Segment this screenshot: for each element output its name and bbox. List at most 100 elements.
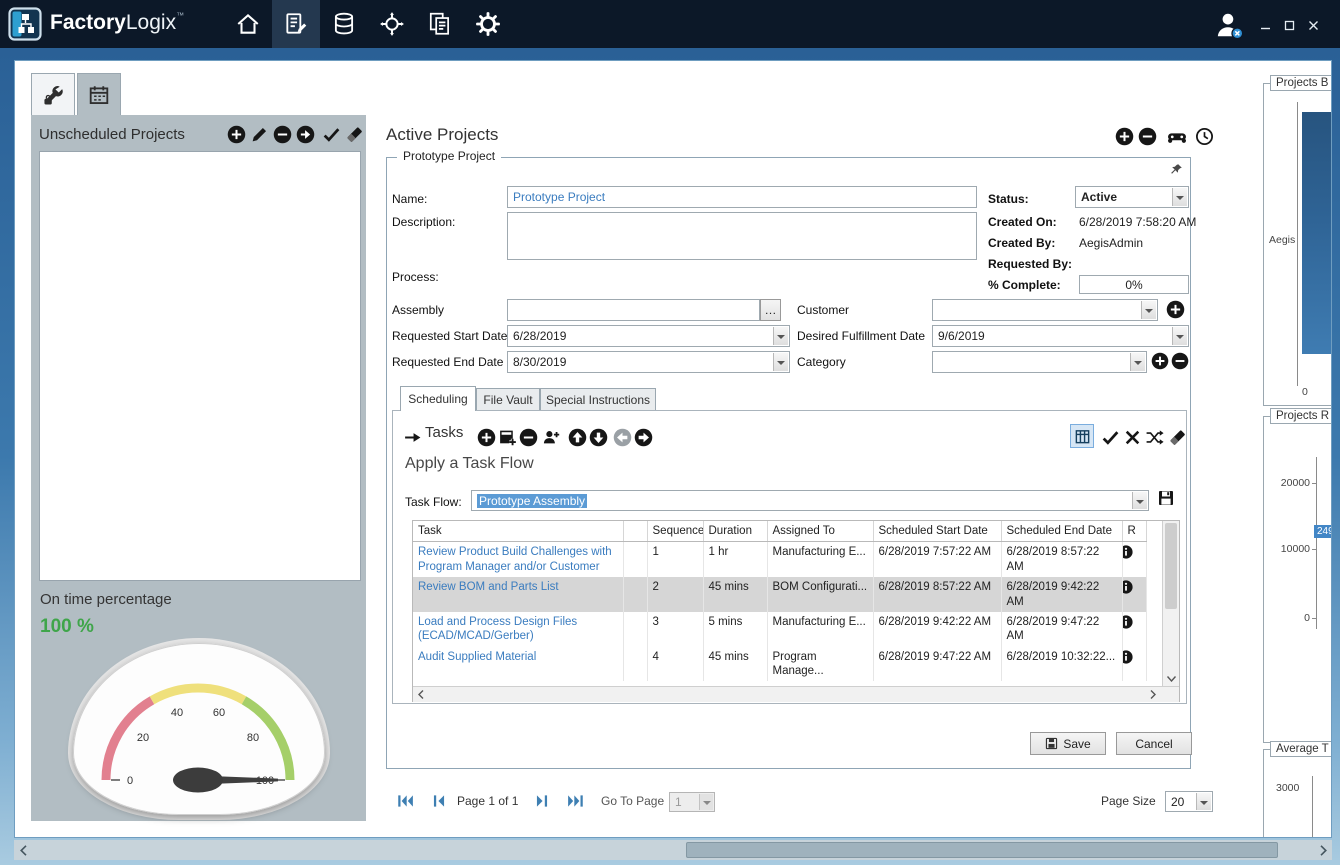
assign-person-icon[interactable] (542, 428, 561, 447)
prev-page-icon[interactable] (430, 792, 448, 810)
nav-tracking[interactable] (368, 0, 416, 48)
history-icon[interactable] (1195, 127, 1214, 146)
goto-page-input[interactable]: 1 (669, 792, 715, 812)
table-horizontal-scrollbar[interactable] (413, 686, 1179, 702)
chevron-down-icon[interactable] (1132, 492, 1147, 509)
info-icon[interactable] (1123, 580, 1146, 594)
move-down-icon[interactable] (589, 428, 608, 447)
unscheduled-list[interactable] (39, 151, 361, 581)
info-icon[interactable] (1123, 650, 1146, 664)
fulfillment-select[interactable]: 9/6/2019 (932, 325, 1189, 347)
chevron-down-icon[interactable] (773, 353, 788, 371)
scroll-left-button[interactable] (14, 840, 32, 860)
col-task[interactable]: Task (413, 521, 623, 542)
col-blank[interactable] (623, 521, 647, 542)
nav-planning[interactable] (272, 0, 320, 48)
pin-icon[interactable] (1168, 162, 1184, 178)
accept-icon[interactable] (1101, 428, 1120, 447)
page-size-select[interactable]: 20 (1165, 791, 1213, 812)
eraser-icon[interactable] (345, 125, 364, 144)
requested-end-select[interactable]: 8/30/2019 (507, 351, 790, 373)
tab-file-vault[interactable]: File Vault (476, 388, 540, 411)
created-on-value: 6/28/2019 7:58:20 AM (1079, 215, 1196, 229)
info-icon[interactable] (1123, 545, 1146, 559)
col-sequence[interactable]: Sequence (647, 521, 703, 542)
status-select[interactable]: Active (1075, 186, 1189, 208)
task-row[interactable]: Review BOM and Parts List 2 45 mins BOM … (413, 577, 1146, 612)
assigned-cell: Manufacturing E... (767, 542, 873, 577)
nav-reports[interactable] (416, 0, 464, 48)
customer-select[interactable] (932, 299, 1158, 321)
requested-start-select[interactable]: 6/28/2019 (507, 325, 790, 347)
col-scheduled-start[interactable]: Scheduled Start Date (873, 521, 1001, 542)
add-template-icon[interactable] (498, 428, 517, 447)
nav-home[interactable] (224, 0, 272, 48)
chevron-down-icon[interactable] (773, 327, 788, 345)
chevron-down-icon[interactable] (1172, 188, 1187, 206)
description-input[interactable] (507, 212, 977, 260)
add-icon[interactable] (1115, 127, 1134, 146)
col-scheduled-end[interactable]: Scheduled End Date (1001, 521, 1122, 542)
next-page-icon[interactable] (533, 792, 551, 810)
task-row[interactable]: Load and Process Design Files (ECAD/MCAD… (413, 612, 1146, 647)
scroll-left-button[interactable] (413, 687, 429, 702)
tab-tools[interactable] (31, 73, 75, 116)
confirm-icon[interactable] (322, 125, 341, 144)
name-input[interactable]: Prototype Project (507, 186, 977, 208)
gamepad-icon[interactable] (1165, 127, 1189, 146)
task-flow-select[interactable]: Prototype Assembly (471, 490, 1149, 511)
tab-schedule[interactable] (77, 73, 121, 116)
nav-settings[interactable] (464, 0, 512, 48)
bar[interactable] (1302, 112, 1332, 354)
tab-scheduling[interactable]: Scheduling (400, 386, 476, 411)
assembly-input[interactable] (507, 299, 760, 321)
schedule-grid-toggle[interactable] (1070, 424, 1094, 448)
scroll-down-button[interactable] (1163, 671, 1179, 686)
scrollbar-thumb[interactable] (686, 842, 1278, 858)
scrollbar-thumb[interactable] (1165, 523, 1177, 609)
remove-task-icon[interactable] (519, 428, 538, 447)
col-assigned-to[interactable]: Assigned To (767, 521, 873, 542)
col-duration[interactable]: Duration (703, 521, 767, 542)
add-icon[interactable] (227, 125, 246, 144)
nav-production[interactable] (320, 0, 368, 48)
tab-special-instructions[interactable]: Special Instructions (540, 388, 656, 411)
add-task-icon[interactable] (477, 428, 496, 447)
user-button[interactable] (1213, 9, 1245, 41)
close-button[interactable] (1303, 16, 1323, 34)
chevron-down-icon[interactable] (1172, 327, 1187, 345)
remove-icon[interactable] (1138, 127, 1157, 146)
category-select[interactable] (932, 351, 1147, 373)
scroll-right-button[interactable] (1314, 840, 1332, 860)
chevron-down-icon[interactable] (1196, 793, 1211, 810)
eraser-icon[interactable] (1168, 428, 1187, 447)
first-page-icon[interactable] (396, 792, 414, 810)
task-row[interactable]: Review Product Build Challenges with Pro… (413, 542, 1146, 577)
table-vertical-scrollbar[interactable] (1162, 521, 1179, 686)
add-category-icon[interactable] (1151, 352, 1169, 370)
minimize-button[interactable] (1255, 16, 1275, 34)
shuffle-icon[interactable] (1145, 428, 1164, 447)
move-left-icon[interactable] (613, 428, 632, 447)
remove-icon[interactable] (273, 125, 292, 144)
task-row[interactable]: Audit Supplied Material 4 45 mins Progra… (413, 647, 1146, 682)
add-customer-icon[interactable] (1166, 300, 1185, 319)
cancel-icon[interactable] (1123, 428, 1142, 447)
info-icon[interactable] (1123, 615, 1146, 629)
save-button[interactable]: Save (1030, 732, 1106, 755)
chevron-down-icon[interactable] (1141, 301, 1156, 319)
scroll-right-button[interactable] (1145, 687, 1161, 702)
last-page-icon[interactable] (567, 792, 585, 810)
chevron-down-icon[interactable] (1130, 353, 1145, 371)
move-right-icon[interactable] (634, 428, 653, 447)
remove-category-icon[interactable] (1171, 352, 1189, 370)
move-up-icon[interactable] (568, 428, 587, 447)
col-r[interactable]: R (1122, 521, 1146, 542)
page-horizontal-scrollbar[interactable] (14, 840, 1332, 860)
cancel-button[interactable]: Cancel (1116, 732, 1192, 755)
maximize-button[interactable] (1279, 16, 1299, 34)
move-icon[interactable] (296, 125, 315, 144)
save-flow-icon[interactable] (1157, 489, 1175, 507)
edit-icon[interactable] (250, 125, 269, 144)
assembly-browse-button[interactable]: … (760, 299, 781, 321)
